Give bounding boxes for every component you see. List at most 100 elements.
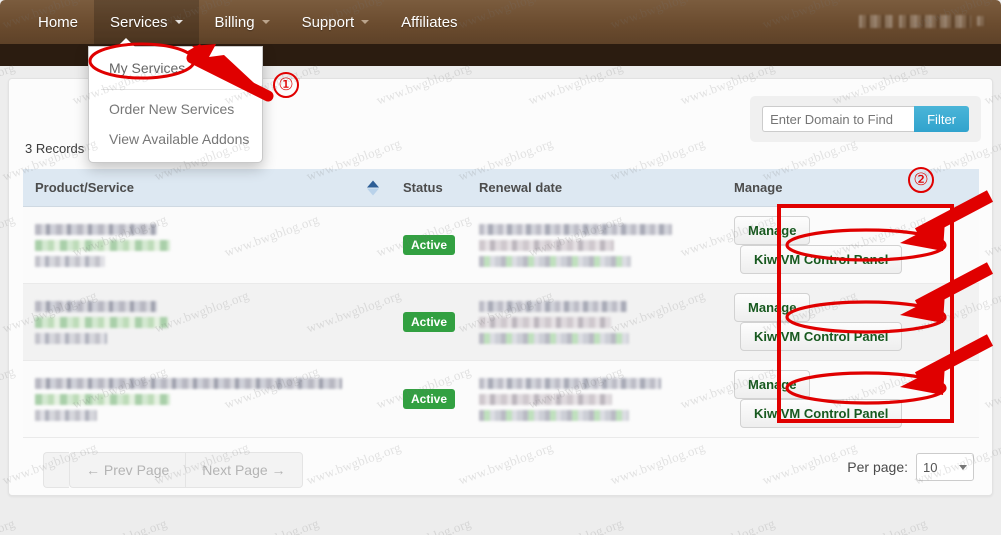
cell-renewal-date [467, 206, 723, 284]
column-header-renewal-date[interactable]: Renewal date [467, 169, 723, 207]
prev-page-button[interactable]: ← Prev Page [69, 452, 186, 488]
table-row: Active Manage KiwiVM Control Panel [23, 283, 979, 361]
next-page-button[interactable]: Next Page → [185, 452, 303, 488]
cell-manage: Manage KiwiVM Control Panel [722, 206, 979, 284]
user-email-redacted [899, 14, 971, 28]
product-meta-redacted [35, 255, 105, 267]
navbar-menu: Home Services Billing Support Affiliates [22, 0, 474, 44]
column-header-status[interactable]: Status [391, 169, 468, 207]
user-account-menu[interactable] [859, 11, 987, 31]
per-page-select[interactable]: 10 [916, 453, 974, 481]
nav-item-affiliates[interactable]: Affiliates [385, 0, 473, 44]
column-label-status: Status [403, 180, 443, 195]
chevron-down-icon [361, 20, 370, 24]
watermark-text: www.bwgblog.org [0, 515, 17, 535]
services-table: Product/Service Status Renewal date Mana… [23, 169, 979, 438]
table-row: Active Manage KiwiVM Control Panel [23, 206, 979, 284]
pager-spacer [43, 452, 69, 488]
cell-manage: Manage KiwiVM Control Panel [722, 360, 979, 438]
chevron-down-icon [174, 20, 183, 24]
watermark-text: www.bwgblog.org [526, 515, 625, 535]
dropdown-item-my-services[interactable]: My Services [89, 53, 262, 83]
cell-product-service [23, 360, 391, 438]
per-page-value: 10 [923, 459, 938, 475]
product-detail-redacted [35, 316, 168, 328]
renewal-meta-redacted [479, 332, 630, 344]
watermark-text: www.bwgblog.org [678, 515, 777, 535]
watermark-text: www.bwgblog.org [222, 515, 321, 535]
chevron-down-icon [977, 16, 985, 26]
nav-label-services: Services [110, 13, 168, 31]
product-name-redacted [35, 300, 157, 312]
product-detail-redacted [35, 239, 170, 251]
renewal-meta-redacted [479, 255, 632, 267]
column-header-manage: Manage [722, 169, 979, 207]
table-head: Product/Service Status Renewal date Mana… [23, 169, 979, 207]
per-page-label: Per page: [847, 459, 908, 475]
cell-status: Active [391, 360, 468, 438]
cell-renewal-date [467, 283, 723, 361]
renewal-date-redacted [479, 223, 673, 235]
cell-status: Active [391, 206, 468, 284]
dropdown-item-order-new-services[interactable]: Order New Services [89, 94, 262, 124]
user-name-redacted [859, 14, 893, 28]
column-label-manage: Manage [734, 180, 783, 195]
per-page-control: Per page: 10 [847, 453, 974, 481]
services-dropdown-menu: My Services Order New Services View Avai… [88, 38, 263, 163]
watermark-text: www.bwgblog.org [982, 515, 1001, 535]
kiwivm-control-panel-button[interactable]: KiwiVM Control Panel [740, 399, 903, 428]
nav-label-home: Home [38, 13, 79, 31]
manage-button[interactable]: Manage [734, 216, 811, 245]
renewal-detail-redacted [479, 393, 613, 405]
watermark-text: www.bwgblog.org [70, 515, 169, 535]
chevron-down-icon [261, 20, 270, 24]
watermark-text: www.bwgblog.org [830, 515, 929, 535]
filter-button[interactable]: Filter [914, 106, 969, 132]
cell-status: Active [391, 283, 468, 361]
renewal-meta-redacted [479, 409, 630, 421]
pagination-controls: ← Prev Page Next Page → [43, 452, 303, 488]
kiwivm-control-panel-button[interactable]: KiwiVM Control Panel [740, 322, 903, 351]
product-detail-redacted [35, 393, 170, 405]
renewal-detail-redacted [479, 316, 612, 328]
renewal-detail-redacted [479, 239, 615, 251]
kiwivm-control-panel-button[interactable]: KiwiVM Control Panel [740, 245, 903, 274]
product-meta-redacted [35, 409, 97, 421]
nav-label-billing: Billing [214, 13, 255, 31]
nav-item-billing[interactable]: Billing [199, 0, 286, 44]
dropdown-item-view-available-addons[interactable]: View Available Addons [89, 124, 262, 154]
status-badge: Active [403, 235, 456, 255]
chevron-down-icon [959, 464, 967, 470]
search-input[interactable] [762, 106, 915, 132]
nav-item-support[interactable]: Support [286, 0, 386, 44]
status-badge: Active [403, 312, 456, 332]
table-body: Active Manage KiwiVM Control Panel Activ… [23, 206, 979, 438]
main-navbar: Home Services Billing Support Affiliates [0, 0, 1001, 44]
watermark-text: www.bwgblog.org [374, 515, 473, 535]
nav-item-services[interactable]: Services [94, 0, 199, 44]
table-row: Active Manage KiwiVM Control Panel [23, 360, 979, 438]
column-header-product-service[interactable]: Product/Service [23, 169, 391, 207]
column-label-product-service: Product/Service [35, 180, 134, 195]
nav-label-affiliates: Affiliates [401, 13, 458, 31]
product-name-redacted [35, 223, 157, 235]
status-badge: Active [403, 389, 456, 409]
renewal-date-redacted [479, 377, 662, 389]
page-root: Home Services Billing Support Affiliates [0, 0, 1001, 535]
nav-item-home[interactable]: Home [22, 0, 94, 44]
dropdown-arrow-icon [117, 38, 135, 47]
manage-button[interactable]: Manage [734, 370, 811, 399]
table-header-row: Product/Service Status Renewal date Mana… [23, 169, 979, 207]
product-name-redacted [35, 377, 342, 389]
cell-product-service [23, 206, 391, 284]
cell-product-service [23, 283, 391, 361]
domain-filter-box: Filter [750, 96, 981, 142]
manage-button[interactable]: Manage [734, 293, 811, 322]
renewal-date-redacted [479, 300, 628, 312]
cell-manage: Manage KiwiVM Control Panel [722, 283, 979, 361]
column-label-renewal-date: Renewal date [479, 180, 563, 195]
cell-renewal-date [467, 360, 723, 438]
sort-arrows-icon[interactable] [367, 179, 379, 196]
dropdown-divider [101, 89, 250, 90]
product-meta-redacted [35, 332, 107, 344]
